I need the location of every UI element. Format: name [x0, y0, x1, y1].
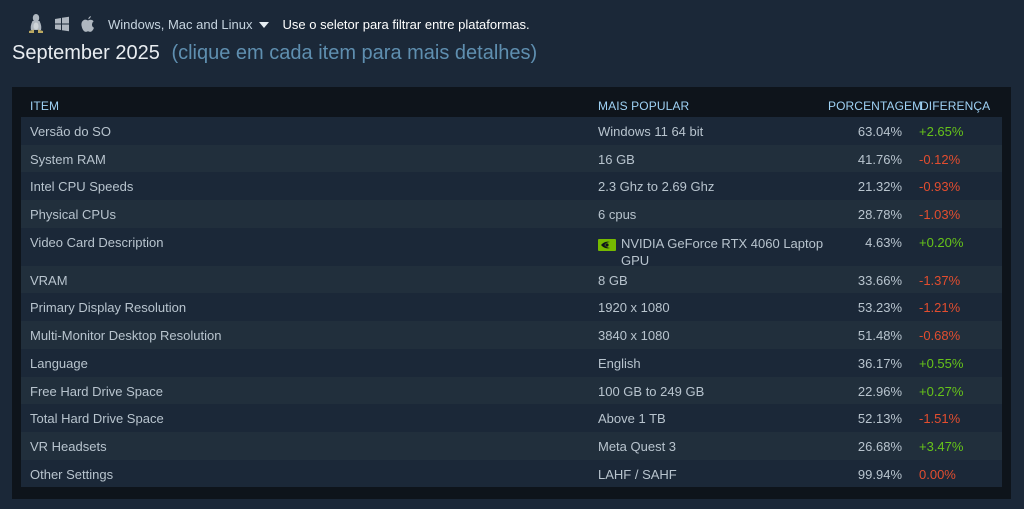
row-difference: -1.51%: [919, 411, 961, 427]
row-item: Total Hard Drive Space: [30, 411, 164, 427]
nvidia-icon: [598, 238, 616, 252]
windows-icon[interactable]: [52, 13, 72, 35]
row-difference: +0.27%: [919, 383, 964, 399]
row-percentage: 33.66%: [857, 272, 902, 288]
row-percentage: 99.94%: [857, 466, 902, 482]
row-percentage: 22.96%: [857, 383, 902, 399]
row-difference: 0.00%: [919, 466, 956, 482]
row-popular: NVIDIA GeForce RTX 4060 Laptop GPU: [598, 235, 828, 269]
platform-select[interactable]: Windows, Mac and Linux: [108, 17, 269, 32]
table-header: ITEM MAIS POPULAR PORCENTAGEM DIFERENÇA: [30, 99, 1005, 115]
row-difference: +0.20%: [919, 234, 964, 250]
table-row[interactable]: Multi-Monitor Desktop Resolution 3840 x …: [21, 321, 1002, 349]
row-difference: -0.93%: [919, 179, 961, 195]
row-percentage: 28.78%: [857, 207, 902, 223]
header-percentage: PORCENTAGEM: [828, 99, 923, 113]
row-item: Multi-Monitor Desktop Resolution: [30, 328, 222, 344]
row-popular: 2.3 Ghz to 2.69 Ghz: [598, 179, 715, 195]
row-item: Language: [30, 355, 88, 371]
row-item: VR Headsets: [30, 438, 107, 454]
page: Windows, Mac and Linux Use o seletor par…: [0, 0, 1024, 509]
gpu-name: NVIDIA GeForce RTX 4060 Laptop GPU: [621, 235, 824, 268]
row-percentage: 36.17%: [857, 355, 902, 371]
table-row[interactable]: Free Hard Drive Space 100 GB to 249 GB 2…: [21, 376, 1002, 405]
row-difference: -0.68%: [919, 328, 961, 344]
table-row[interactable]: Intel CPU Speeds 2.3 Ghz to 2.69 Ghz 21.…: [21, 172, 1002, 201]
row-popular: 8 GB: [598, 272, 628, 288]
row-difference: +0.55%: [919, 355, 964, 371]
row-difference: -1.21%: [919, 300, 961, 316]
row-popular: 16 GB: [598, 151, 635, 167]
table-row[interactable]: Total Hard Drive Space Above 1 TB 52.13%…: [21, 404, 1002, 432]
caret-down-icon: [258, 21, 269, 28]
row-popular: 1920 x 1080: [598, 300, 670, 316]
platform-select-label: Windows, Mac and Linux: [108, 16, 253, 32]
row-item: Other Settings: [30, 466, 114, 482]
header-popular: MAIS POPULAR: [598, 99, 690, 113]
row-item: Versão do SO: [30, 124, 111, 139]
row-percentage: 41.76%: [857, 151, 902, 167]
page-title: September 2025 (clique em cada item para…: [12, 42, 537, 65]
row-item: Physical CPUs: [30, 207, 116, 223]
table-row[interactable]: System RAM 16 GB 41.76% -0.12%: [21, 144, 1002, 173]
row-popular: Above 1 TB: [598, 411, 666, 427]
subtitle-hint: (clique em cada item para mais detalhes): [171, 42, 538, 64]
row-percentage: 4.63%: [865, 234, 902, 250]
row-popular: 6 cpus: [598, 207, 637, 223]
table-row[interactable]: Language English 36.17% +0.55%: [21, 348, 1002, 377]
table-row[interactable]: Primary Display Resolution 1920 x 1080 5…: [21, 293, 1002, 322]
row-item: Video Card Description: [30, 234, 164, 250]
row-percentage: 52.13%: [857, 411, 902, 427]
table-row[interactable]: VRAM 8 GB 33.66% -1.37%: [21, 265, 1002, 294]
row-percentage: 51.48%: [857, 328, 902, 344]
table-row[interactable]: Physical CPUs 6 cpus 28.78% -1.03%: [21, 200, 1002, 228]
table-row[interactable]: VR Headsets Meta Quest 3 26.68% +3.47%: [21, 431, 1002, 460]
row-item: Intel CPU Speeds: [30, 179, 134, 195]
linux-icon[interactable]: [26, 13, 46, 35]
row-popular: 100 GB to 249 GB: [598, 383, 705, 399]
row-popular: LAHF / SAHF: [598, 466, 677, 482]
header-difference: DIFERENÇA: [920, 99, 991, 113]
row-popular: Meta Quest 3: [598, 438, 677, 454]
row-item: VRAM: [30, 272, 68, 288]
row-percentage: 63.04%: [857, 124, 902, 139]
row-difference: +3.47%: [919, 438, 964, 454]
row-popular: English: [598, 355, 641, 371]
row-difference: -1.03%: [919, 207, 961, 223]
row-difference: +2.65%: [919, 124, 964, 139]
row-item: Primary Display Resolution: [30, 300, 187, 316]
row-popular: 3840 x 1080: [598, 328, 670, 344]
table-row[interactable]: Video Card Description NVIDIA GeForce RT…: [21, 227, 1002, 269]
row-difference: -0.12%: [919, 151, 961, 167]
row-popular: Windows 11 64 bit: [598, 124, 704, 139]
table-body: Versão do SO Windows 11 64 bit 63.04% +2…: [21, 117, 1002, 488]
row-percentage: 26.68%: [857, 438, 902, 454]
row-percentage: 53.23%: [857, 300, 902, 316]
month-title: September 2025: [12, 42, 160, 64]
row-percentage: 21.32%: [857, 179, 902, 195]
stats-table: ITEM MAIS POPULAR PORCENTAGEM DIFERENÇA …: [12, 87, 1011, 499]
table-row[interactable]: Other Settings LAHF / SAHF 99.94% 0.00%: [21, 459, 1002, 488]
platform-hint: Use o seletor para filtrar entre platafo…: [282, 16, 530, 32]
row-item: Free Hard Drive Space: [30, 383, 163, 399]
apple-icon[interactable]: [78, 13, 98, 35]
header-item: ITEM: [30, 99, 60, 113]
platform-bar: Windows, Mac and Linux Use o seletor par…: [26, 10, 530, 38]
table-row[interactable]: Versão do SO Windows 11 64 bit 63.04% +2…: [21, 117, 1002, 145]
row-item: System RAM: [30, 151, 106, 167]
row-difference: -1.37%: [919, 272, 961, 288]
